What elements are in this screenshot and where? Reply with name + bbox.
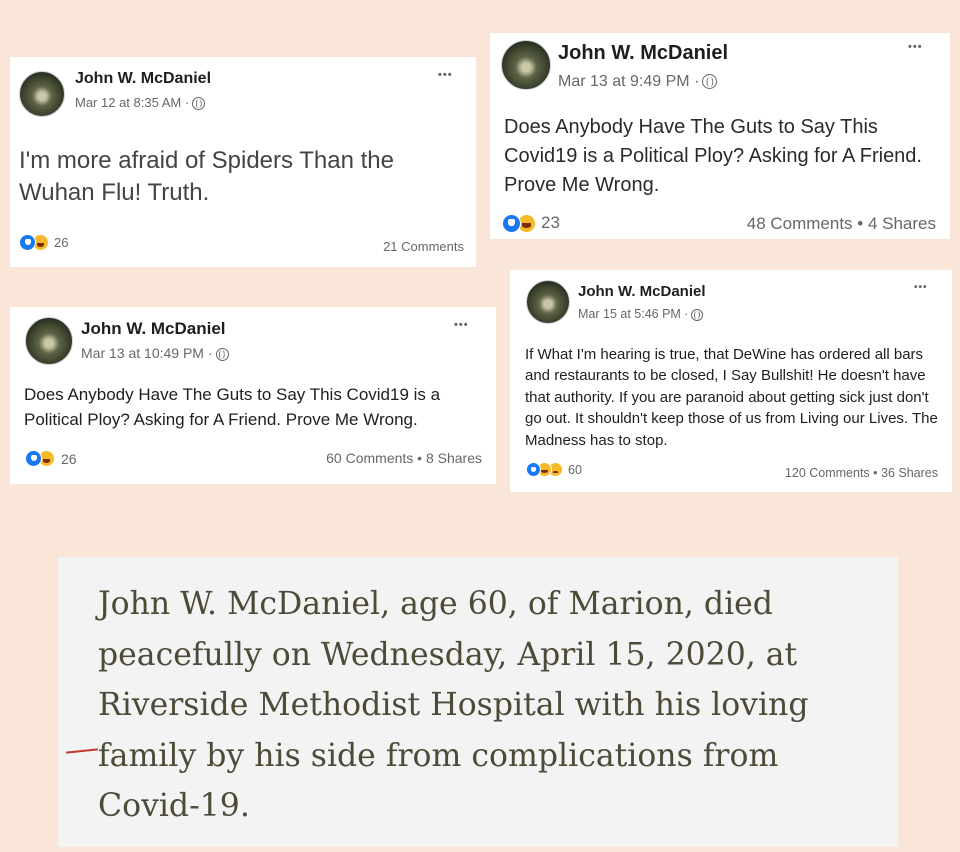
author-name[interactable]: John W. McDaniel	[578, 283, 706, 300]
globe-icon	[192, 97, 206, 111]
avatar[interactable]	[19, 71, 65, 117]
globe-icon	[215, 347, 229, 361]
post-1: John W. McDaniel Mar 12 at 8:35 AM · •••…	[10, 57, 476, 267]
post-text: Does Anybody Have The Guts to Say This C…	[504, 116, 922, 196]
reaction-count: 26	[54, 235, 69, 250]
author-name[interactable]: John W. McDaniel	[75, 70, 211, 88]
avatar[interactable]	[501, 40, 551, 90]
post-timestamp[interactable]: Mar 15 at 5:46 PM ·	[578, 307, 704, 321]
obituary-clipping: John W. McDaniel, age 60, of Marion, die…	[58, 557, 898, 847]
post-stats[interactable]: 60 Comments • 8 Shares	[326, 450, 482, 466]
post-timestamp[interactable]: Mar 12 at 8:35 AM ·	[75, 95, 206, 111]
post-stats[interactable]: 48 Comments • 4 Shares	[747, 214, 936, 234]
post-3: John W. McDaniel Mar 13 at 10:49 PM · ••…	[10, 307, 496, 484]
post-timestamp[interactable]: Mar 13 at 10:49 PM ·	[81, 345, 229, 361]
post-timestamp[interactable]: Mar 13 at 9:49 PM ·	[558, 73, 718, 91]
post-text: If What I'm hearing is true, that DeWine…	[525, 346, 938, 449]
obituary-text: John W. McDaniel, age 60, of Marion, die…	[98, 586, 809, 824]
avatar[interactable]	[25, 317, 73, 365]
more-options-icon[interactable]: •••	[454, 319, 469, 331]
more-options-icon[interactable]: •••	[438, 69, 453, 81]
post-text: Does Anybody Have The Guts to Say This C…	[24, 385, 441, 429]
like-reaction-icon	[25, 450, 42, 467]
post-text: I'm more afraid of Spiders Than the Wuha…	[19, 147, 394, 206]
reaction-count: 60	[568, 462, 582, 477]
more-options-icon[interactable]: •••	[908, 41, 923, 53]
reaction-summary[interactable]: 26	[25, 450, 77, 467]
post-4: John W. McDaniel Mar 15 at 5:46 PM · •••…	[510, 270, 952, 492]
post-stats[interactable]: 21 Comments	[383, 239, 464, 254]
author-name[interactable]: John W. McDaniel	[81, 319, 226, 339]
like-reaction-icon	[502, 213, 521, 233]
reaction-count: 26	[61, 450, 77, 467]
globe-icon	[702, 74, 718, 90]
post-2: John W. McDaniel Mar 13 at 9:49 PM · •••…	[490, 33, 950, 239]
like-reaction-icon	[526, 462, 541, 477]
reaction-count: 23	[541, 213, 560, 232]
reaction-summary[interactable]: 60	[526, 462, 582, 477]
post-stats[interactable]: 120 Comments • 36 Shares	[785, 466, 938, 480]
globe-icon	[691, 308, 704, 321]
author-name[interactable]: John W. McDaniel	[558, 42, 728, 65]
red-pen-mark	[65, 748, 99, 754]
avatar[interactable]	[526, 280, 570, 324]
more-options-icon[interactable]: •••	[914, 282, 928, 293]
reaction-summary[interactable]: 26	[19, 234, 68, 251]
like-reaction-icon	[19, 234, 36, 251]
reaction-summary[interactable]: 23	[502, 213, 560, 233]
